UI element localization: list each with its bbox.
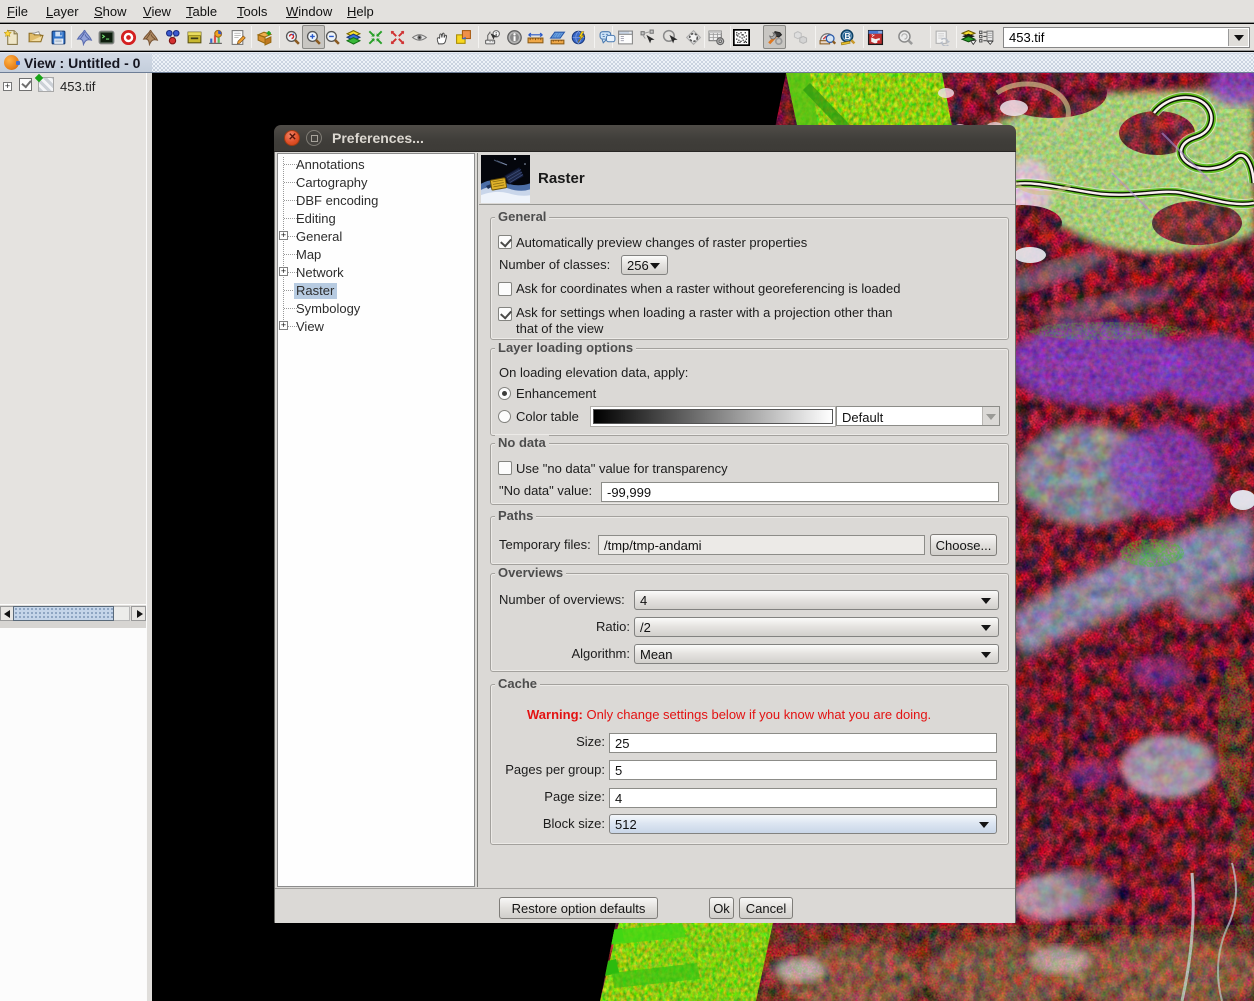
svg-text:B: B [845, 31, 851, 41]
